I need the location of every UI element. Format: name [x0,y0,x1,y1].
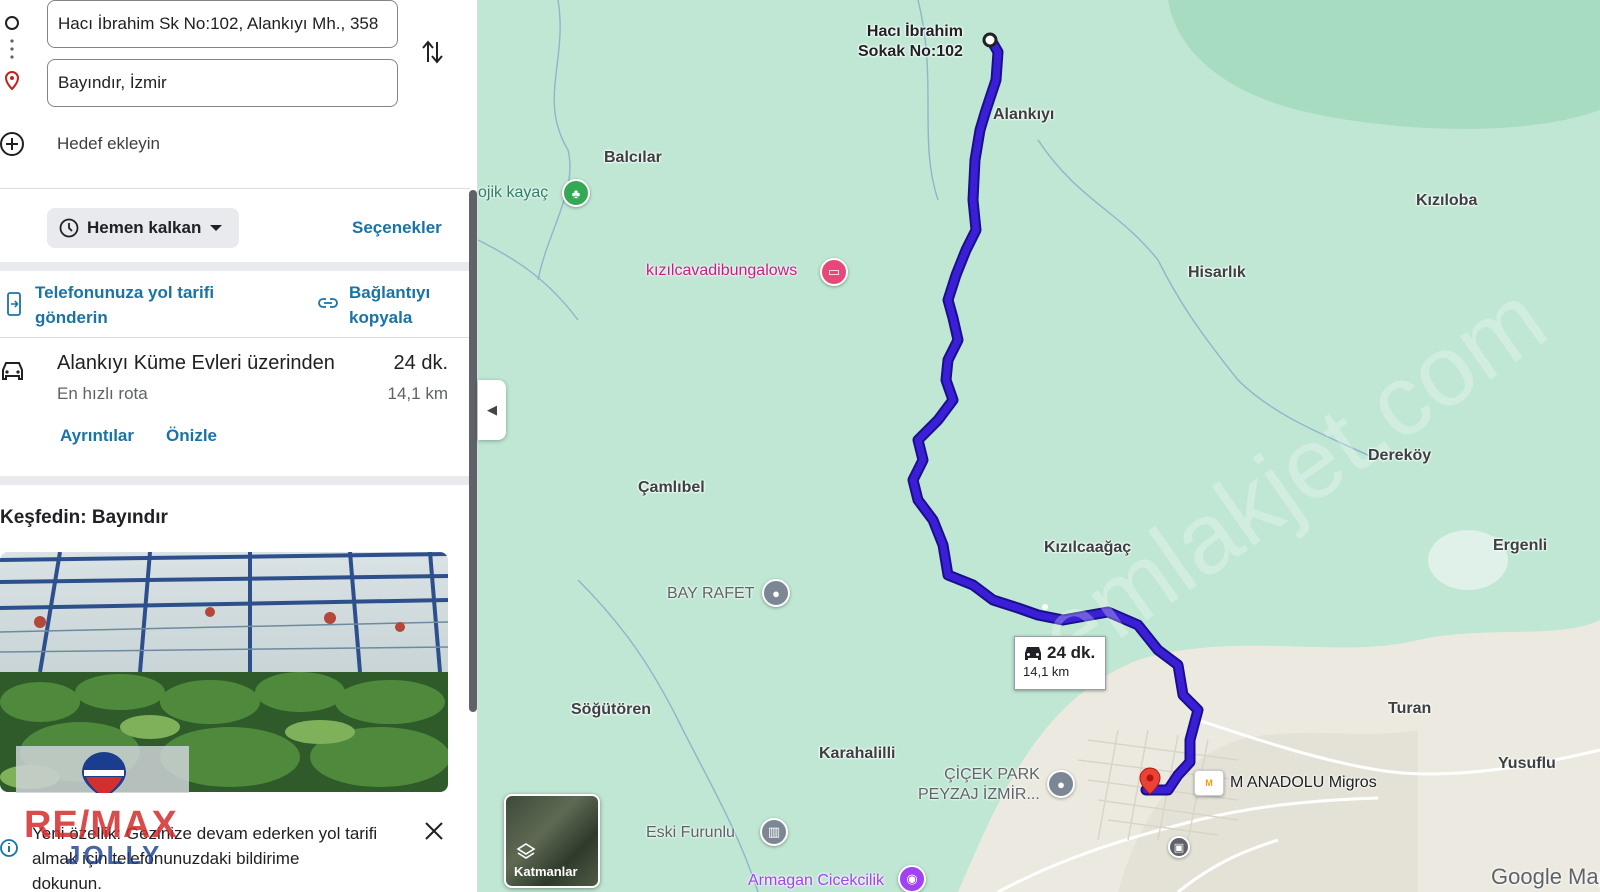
logo-office-text: JOLLY [66,840,163,870]
panel-scrollbar[interactable] [469,190,477,712]
route-distance: 14,1 km [387,384,448,403]
origin-input[interactable]: Hacı İbrahim Sk No:102, Alankıyı Mh., 35… [47,0,398,48]
depart-time-dropdown[interactable]: Hemen kalkan [47,208,239,248]
place-turan: Turan [1388,700,1432,717]
send-to-phone-icon[interactable] [6,292,22,316]
collapse-panel-button[interactable]: ◀ [478,380,506,440]
place-kiziloba: Kızıloba [1416,192,1478,209]
copy-link-button[interactable]: Bağlantıyı kopyala [349,280,430,330]
copy-link-label-2: kopyala [349,308,413,327]
layers-button[interactable]: Katmanlar [504,794,600,888]
place-hisarlik: Hisarlık [1188,264,1246,281]
poi-armagan-label[interactable]: Armagan Cicekcilik [748,872,884,890]
depart-time-label: Hemen kalkan [87,218,202,237]
camera-icon[interactable]: ◉ [898,865,926,892]
send-to-phone-link[interactable]: Telefonunuza yol tarifi gönderin [35,280,214,330]
location-icon[interactable]: ● [1047,770,1075,798]
link-icon[interactable] [318,296,338,310]
poi-cicekpark-line1: ÇİÇEK PARK [944,766,1040,783]
explore-title: Keşfedin: Bayındır [0,507,168,528]
place-derekoy: Dereköy [1368,447,1432,464]
route-preview-button[interactable]: Önizle [166,426,217,446]
send-to-phone-label-2: gönderin [35,308,108,327]
add-destination-button[interactable]: Hedef ekleyin [57,134,160,154]
eta-duration: 24 dk. [1047,643,1096,662]
origin-label-2: Sokak No:102 [858,43,963,60]
car-icon [1025,647,1041,660]
chevron-left-icon: ◀ [487,402,497,417]
place-sogutoren: Söğütören [571,701,651,718]
hotel-icon[interactable]: ▭ [820,258,848,286]
options-button[interactable]: Seçenekler [352,218,442,238]
route-duration: 24 dk. [393,352,448,374]
section-separator [0,476,470,485]
layers-label: Katmanlar [514,864,578,879]
place-kizilcaagac: Kızılcaağaç [1044,539,1132,556]
poi-kayac-label[interactable]: ojik kayaç [478,184,548,202]
poi-eskifurunlu-label[interactable]: Eski Furunlu [646,824,735,842]
info-icon [0,839,18,857]
directions-panel: Hacı İbrahim Sk No:102, Alankıyı Mh., 35… [0,0,478,892]
place-karahalilli: Karahalilli [819,745,896,762]
car-icon [2,362,23,380]
swap-icon[interactable] [420,38,446,66]
destination-input[interactable]: Bayındır, İzmir [47,59,398,107]
store-icon[interactable]: M [1194,770,1224,796]
map-terrain [478,0,1600,892]
route-endpoints-icon [4,16,20,91]
place-alankiyi: Alankıyı [993,106,1055,123]
place-yusuflu: Yusuflu [1498,755,1556,772]
route-subtitle: En hızlı rota [57,384,148,403]
google-maps-attribution: Google Maps [1491,864,1600,889]
place-ergenli: Ergenli [1493,537,1548,554]
bus-stop-icon[interactable]: ▣ [1168,836,1190,858]
place-camlibel: Çamlıbel [638,479,705,496]
divider [0,188,470,189]
notice-line-3: dokunun. [32,874,102,892]
map-canvas[interactable]: emlakjet.com Hacı İbrahim Sokak No:102 A… [478,0,1600,892]
poi-migros-label[interactable]: M ANADOLU Migros [1230,774,1377,792]
origin-label-1: Hacı İbrahim [866,23,963,40]
place-balcilar: Balcılar [604,149,662,166]
route-via: Alankıyı Küme Evleri üzerinden [57,352,335,374]
clock-icon [59,218,79,238]
poi-cicekpark-label[interactable]: ÇİÇEK PARK PEYZAJ İZMİR... [918,765,1040,805]
send-to-phone-label-1: Telefonunuza yol tarifi [35,283,215,302]
location-icon[interactable]: ● [762,579,790,607]
route-details-button[interactable]: Ayrıntılar [60,426,134,446]
section-separator [0,262,470,271]
close-icon[interactable] [424,821,444,841]
poi-cicekpark-line2: PEYZAJ İZMİR... [918,786,1040,803]
park-icon[interactable]: ♣ [562,179,590,207]
copy-link-label-1: Bağlantıyı [349,283,431,302]
origin-marker[interactable] [982,32,998,48]
eta-distance: 14,1 km [1023,664,1070,679]
poi-bayrafet-label[interactable]: BAY RAFET [667,585,754,603]
route-card[interactable]: Alankıyı Küme Evleri üzerinden 24 dk. En… [0,338,470,474]
add-destination-icon[interactable] [0,131,26,157]
route-eta-callout[interactable]: 24 dk. 14,1 km [1014,636,1106,690]
poi-bungalows-label[interactable]: kızılcavadibungalows [646,262,797,280]
layers-icon [516,843,536,859]
chevron-down-icon [210,225,223,231]
origin-map-label: Hacı İbrahim Sokak No:102 [858,22,963,62]
museum-icon[interactable]: ▥ [760,818,788,846]
